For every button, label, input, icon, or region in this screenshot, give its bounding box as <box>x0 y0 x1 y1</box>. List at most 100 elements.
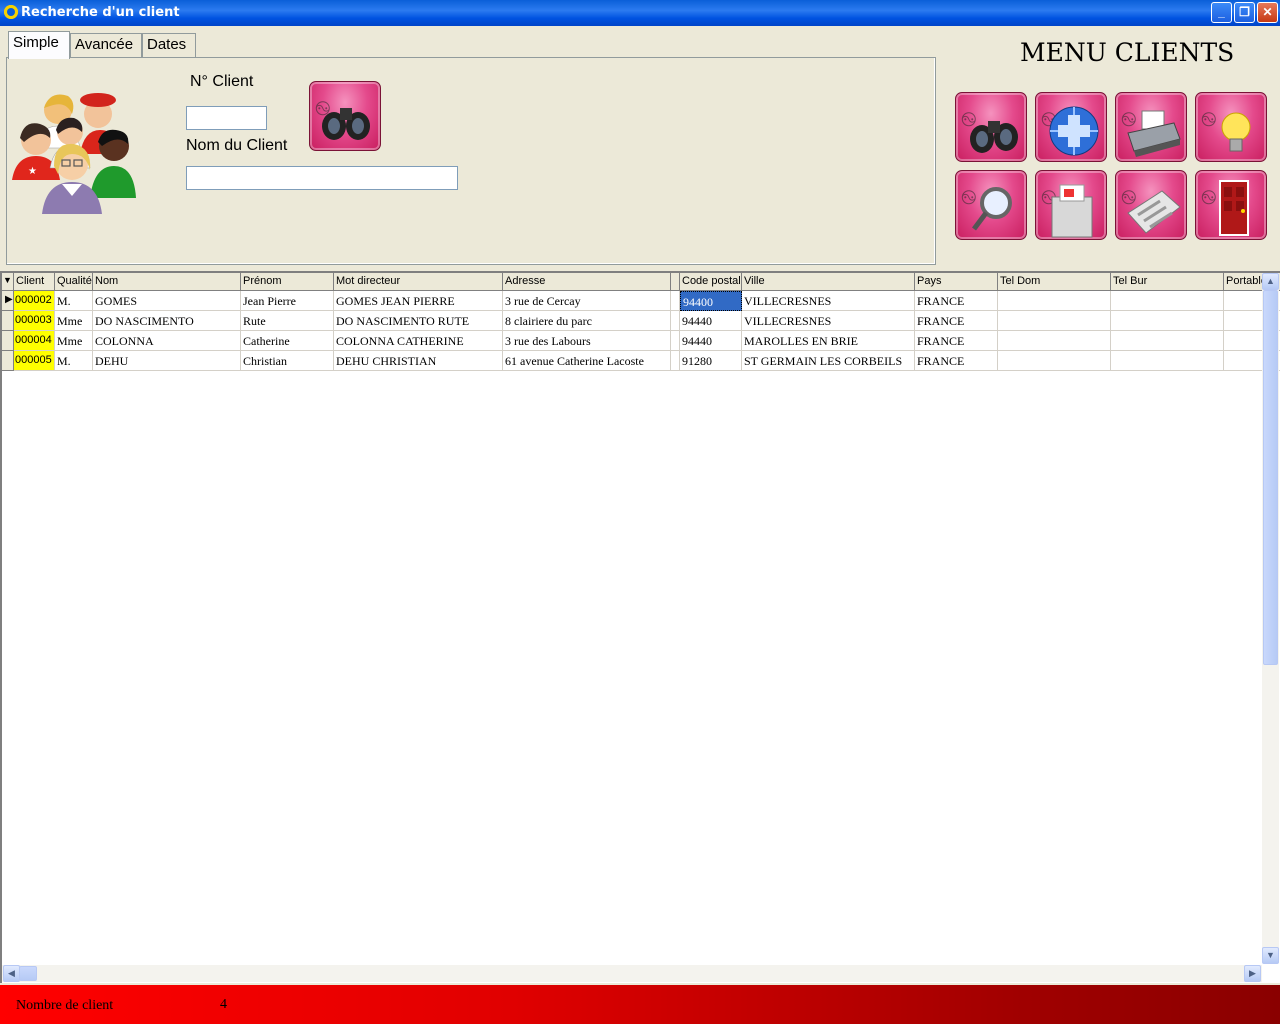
cell-splitter[interactable] <box>671 311 680 331</box>
binoculars-icon <box>970 121 1018 153</box>
tab-dates[interactable]: Dates <box>142 33 196 57</box>
cell-prenom[interactable]: Jean Pierre <box>241 291 334 311</box>
cell-splitter[interactable] <box>671 331 680 351</box>
cell-code-postal[interactable]: 94440 <box>680 331 742 351</box>
cell-code-postal[interactable]: 94400 <box>680 291 742 311</box>
column-header-pays[interactable]: Pays <box>915 273 998 291</box>
cell-tel-bur[interactable] <box>1111 351 1224 371</box>
cell-qualite[interactable]: Mme <box>55 331 93 351</box>
cell-tel-dom[interactable] <box>998 351 1111 371</box>
cell-code-postal[interactable]: 94440 <box>680 311 742 331</box>
scroll-up-button[interactable]: ▲ <box>1262 273 1279 290</box>
column-header-tel-dom[interactable]: Tel Dom <box>998 273 1111 291</box>
cell-nom[interactable]: DEHU <box>93 351 241 371</box>
clients-group-icon: ★ <box>12 93 136 214</box>
cell-prenom[interactable]: Catherine <box>241 331 334 351</box>
restore-button[interactable]: ❐ <box>1234 2 1255 23</box>
cell-nom[interactable]: GOMES <box>93 291 241 311</box>
scroll-down-button[interactable]: ▼ <box>1262 947 1279 964</box>
column-header-mot-directeur[interactable]: Mot directeur <box>334 273 503 291</box>
client-number-label: N° Client <box>190 73 254 90</box>
menu-accounts-button[interactable]: ࿊ <box>1115 170 1187 240</box>
cell-ville[interactable]: MAROLLES EN BRIE <box>742 331 915 351</box>
svg-text:★: ★ <box>28 166 37 177</box>
cell-pays[interactable]: FRANCE <box>915 331 998 351</box>
cell-adresse[interactable]: 61 avenue Catherine Lacoste <box>503 351 671 371</box>
cell-pays[interactable]: FRANCE <box>915 311 998 331</box>
column-header-qualite[interactable]: Qualité <box>55 273 93 291</box>
menu-exit-button[interactable]: ࿊ <box>1195 170 1267 240</box>
cell-ville[interactable]: VILLECRESNES <box>742 311 915 331</box>
menu-new-client-button[interactable]: ࿊ <box>1035 92 1107 162</box>
cell-splitter[interactable] <box>671 351 680 371</box>
menu-search-button[interactable]: ࿊ <box>955 92 1027 162</box>
horizontal-scroll-thumb[interactable] <box>19 966 37 981</box>
column-header-splitter[interactable] <box>671 273 680 291</box>
cell-mot-directeur[interactable]: COLONNA CATHERINE <box>334 331 503 351</box>
cell-tel-dom[interactable] <box>998 331 1111 351</box>
cell-tel-dom[interactable] <box>998 291 1111 311</box>
cell-qualite[interactable]: Mme <box>55 311 93 331</box>
cell-nom[interactable]: COLONNA <box>93 331 241 351</box>
cell-qualite[interactable]: M. <box>55 351 93 371</box>
cell-mot-directeur[interactable]: DEHU CHRISTIAN <box>334 351 503 371</box>
cell-client[interactable]: 000005 <box>14 351 55 371</box>
cell-pays[interactable]: FRANCE <box>915 351 998 371</box>
column-header-adresse[interactable]: Adresse <box>503 273 671 291</box>
cell-qualite[interactable]: M. <box>55 291 93 311</box>
menu-delete-button[interactable]: ࿊ <box>1035 170 1107 240</box>
cell-adresse[interactable]: 3 rue des Labours <box>503 331 671 351</box>
scroll-right-button[interactable]: ▶ <box>1244 965 1261 982</box>
minimize-button[interactable]: _ <box>1211 2 1232 23</box>
row-selector[interactable] <box>2 351 14 371</box>
cell-mot-directeur[interactable]: GOMES JEAN PIERRE <box>334 291 503 311</box>
cell-tel-bur[interactable] <box>1111 291 1224 311</box>
cell-splitter[interactable] <box>671 291 680 311</box>
row-selector[interactable] <box>2 331 14 351</box>
cell-tel-bur[interactable] <box>1111 311 1224 331</box>
menu-view-button[interactable]: ࿊ <box>955 170 1027 240</box>
tab-avancee[interactable]: Avancée <box>70 33 142 57</box>
column-header-tel-bur[interactable]: Tel Bur <box>1111 273 1224 291</box>
horizontal-scrollbar[interactable] <box>2 965 1262 982</box>
search-button[interactable]: ࿊ <box>309 81 381 151</box>
cell-ville[interactable]: VILLECRESNES <box>742 291 915 311</box>
cell-prenom[interactable]: Christian <box>241 351 334 371</box>
vertical-scroll-thumb[interactable] <box>1263 290 1278 665</box>
clients-grid[interactable]: ▼ Client Qualité Nom Prénom Mot directeur Adr… <box>0 271 1280 983</box>
column-header-ville[interactable]: Ville <box>742 273 915 291</box>
cell-ville[interactable]: ST GERMAIN LES CORBEILS <box>742 351 915 371</box>
column-header-prenom[interactable]: Prénom <box>241 273 334 291</box>
column-header-code-postal[interactable]: Code postal <box>680 273 742 291</box>
shredder-icon <box>1051 184 1093 238</box>
row-selector[interactable]: ▶ <box>2 291 14 311</box>
cell-client[interactable]: 000003 <box>14 311 55 331</box>
tab-simple[interactable]: Simple <box>8 31 70 59</box>
cell-nom[interactable]: DO NASCIMENTO <box>93 311 241 331</box>
column-header-nom[interactable]: Nom <box>93 273 241 291</box>
cell-prenom[interactable]: Rute <box>241 311 334 331</box>
column-header-client[interactable]: Client <box>14 273 55 291</box>
cell-adresse[interactable]: 8 clairiere du parc <box>503 311 671 331</box>
row-selector[interactable] <box>2 311 14 331</box>
window-title: Recherche d'un client <box>21 5 180 20</box>
cell-pays[interactable]: FRANCE <box>915 291 998 311</box>
cell-tel-dom[interactable] <box>998 311 1111 331</box>
client-name-input[interactable] <box>186 166 458 190</box>
app-icon <box>4 5 18 19</box>
grid-corner-arrow-icon[interactable]: ▼ <box>2 273 14 291</box>
cell-client[interactable]: 000002 <box>14 291 55 311</box>
menu-print-button[interactable]: ࿊ <box>1115 92 1187 162</box>
cell-code-postal[interactable]: 91280 <box>680 351 742 371</box>
title-bar: Recherche d'un client _ ❐ ✕ <box>0 0 1280 26</box>
cell-client[interactable]: 000004 <box>14 331 55 351</box>
magnifier-icon <box>972 187 1012 231</box>
close-button[interactable]: ✕ <box>1257 2 1278 23</box>
cell-mot-directeur[interactable]: DO NASCIMENTO RUTE <box>334 311 503 331</box>
scroll-left-button[interactable]: ◀ <box>3 965 20 982</box>
cell-adresse[interactable]: 3 rue de Cercay <box>503 291 671 311</box>
client-number-input[interactable] <box>186 106 267 130</box>
menu-ideas-button[interactable]: ࿊ <box>1195 92 1267 162</box>
cell-tel-bur[interactable] <box>1111 331 1224 351</box>
client-count-value: 4 <box>220 997 227 1012</box>
